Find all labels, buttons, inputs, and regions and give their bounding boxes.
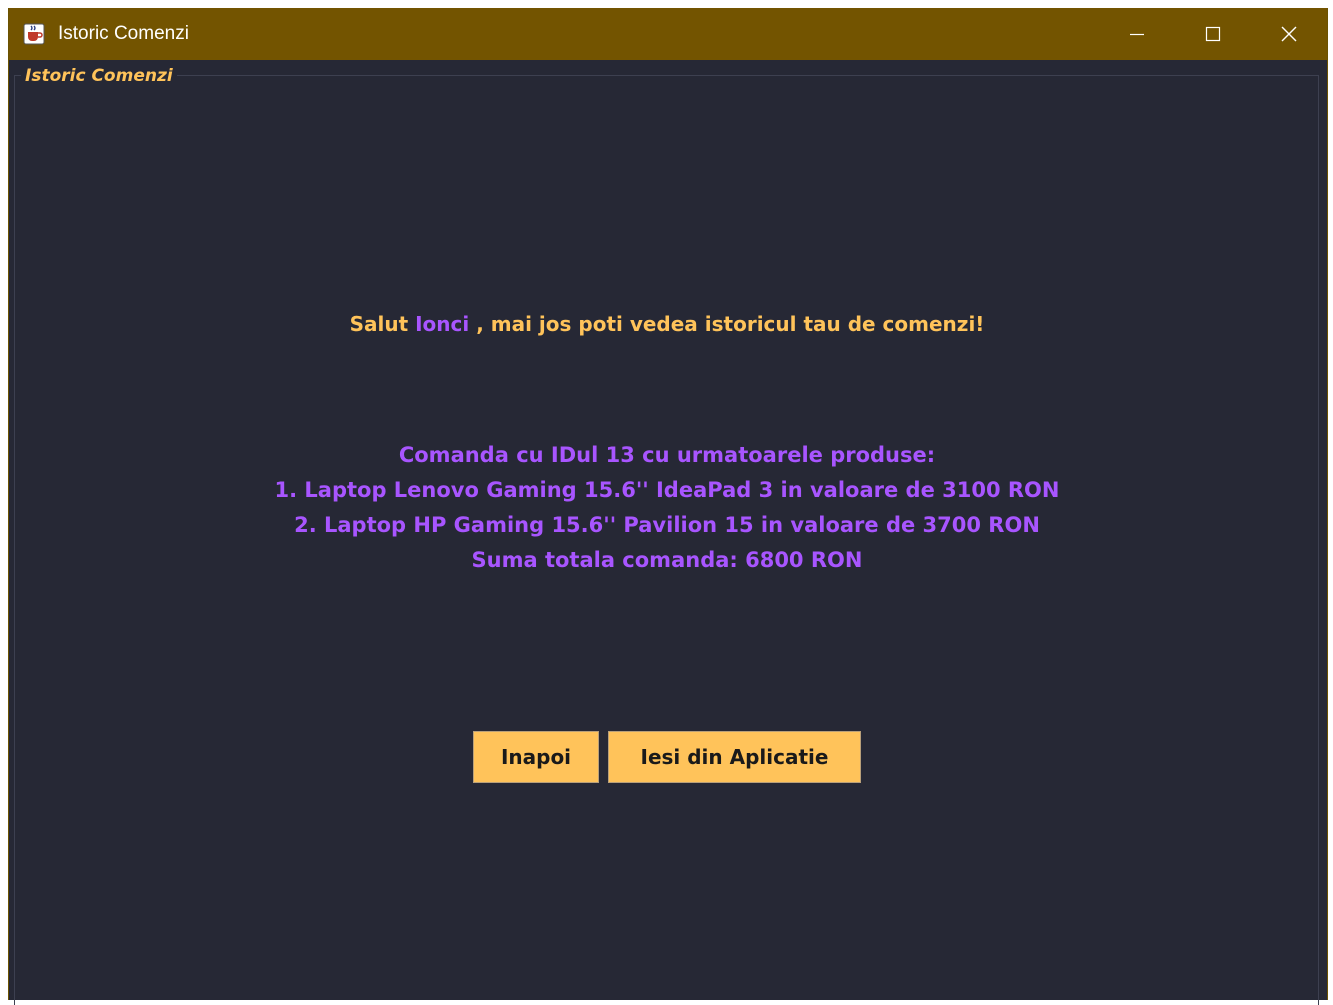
maximize-icon xyxy=(1205,26,1221,42)
minimize-icon xyxy=(1130,33,1144,36)
order-item: 2. Laptop HP Gaming 15.6'' Pavilion 15 i… xyxy=(294,513,1040,537)
minimize-button[interactable] xyxy=(1099,8,1175,60)
exit-app-button[interactable]: Iesi din Aplicatie xyxy=(608,731,861,783)
order-details: Comanda cu IDul 13 cu urmatoarele produs… xyxy=(9,438,1325,578)
app-window: Istoric Comenzi Istoric Comenzi Salut Io… xyxy=(8,8,1328,1005)
order-total: Suma totala comanda: 6800 RON xyxy=(471,548,863,572)
order-item: 1. Laptop Lenovo Gaming 15.6'' IdeaPad 3… xyxy=(274,478,1060,502)
close-button[interactable] xyxy=(1251,8,1327,60)
java-cup-icon xyxy=(23,23,45,45)
order-header: Comanda cu IDul 13 cu urmatoarele produs… xyxy=(398,443,936,467)
title-bar[interactable]: Istoric Comenzi xyxy=(9,8,1327,60)
greeting-prefix: Salut xyxy=(349,312,416,336)
greeting-username: Ionci xyxy=(415,312,470,336)
window-title: Istoric Comenzi xyxy=(58,23,189,44)
close-icon xyxy=(1281,26,1297,42)
greeting-suffix: , mai jos poti vedea istoricul tau de co… xyxy=(469,312,985,336)
maximize-button[interactable] xyxy=(1175,8,1251,60)
panel-title: Istoric Comenzi xyxy=(21,64,177,88)
greeting-message: Salut Ionci , mai jos poti vedea istoric… xyxy=(9,310,1325,338)
content-area: Istoric Comenzi Salut Ionci , mai jos po… xyxy=(9,60,1327,1005)
back-button[interactable]: Inapoi xyxy=(473,731,599,783)
